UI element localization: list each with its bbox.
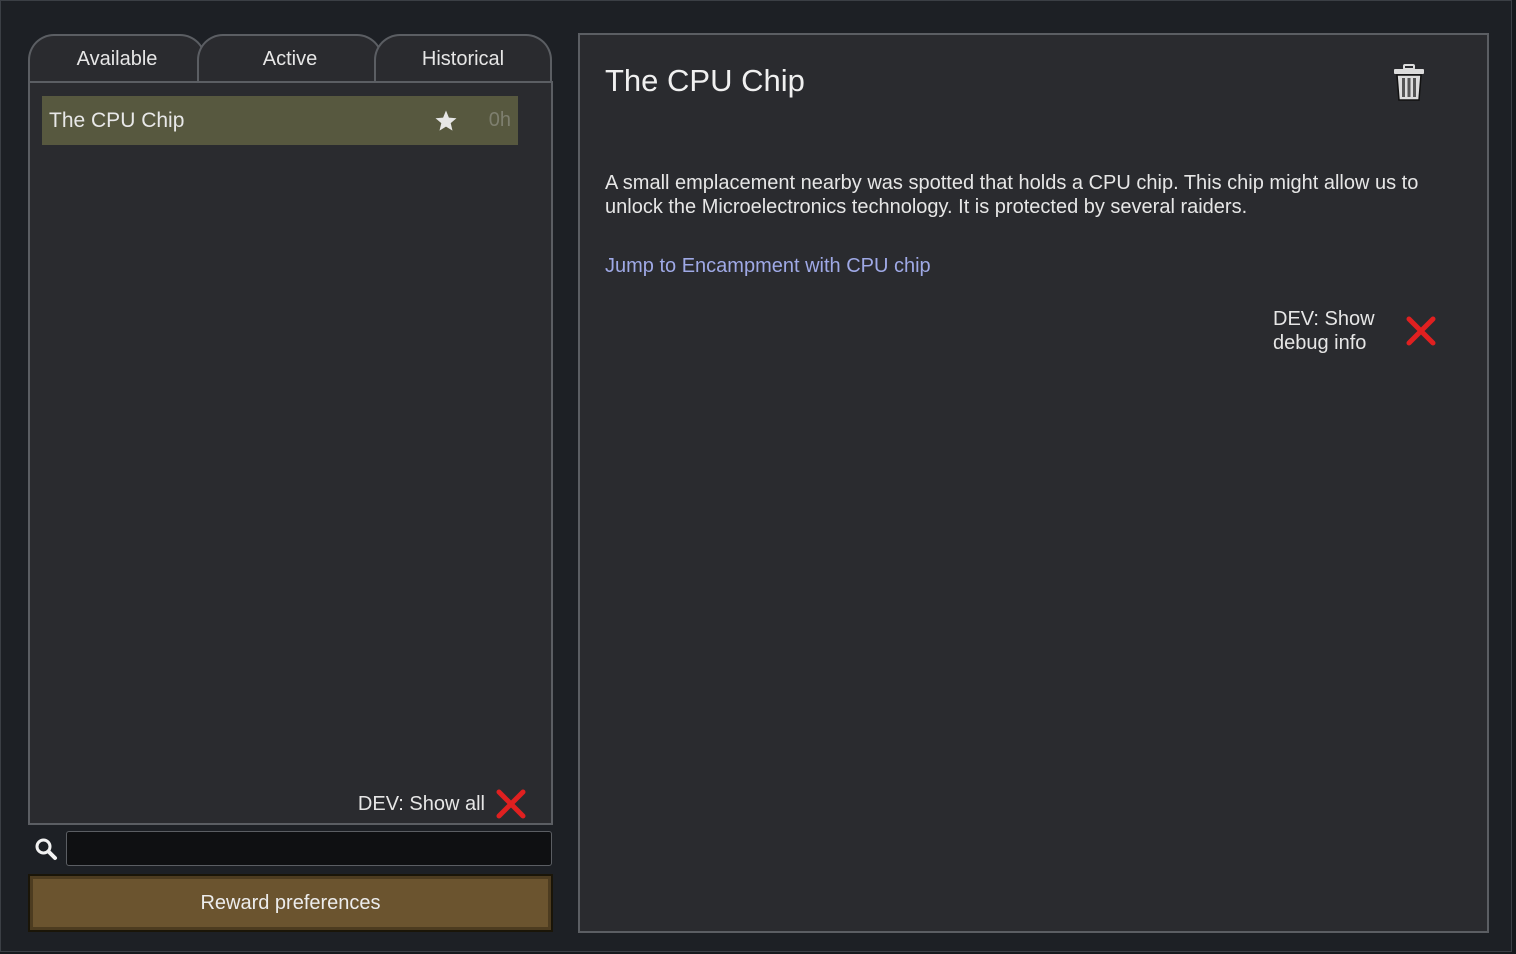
tab-active-label: Active <box>262 47 318 70</box>
quest-detail-title: The CPU Chip <box>605 63 805 98</box>
red-x-icon[interactable] <box>1405 315 1437 347</box>
search-icon <box>35 838 57 860</box>
reward-preferences-button[interactable]: Reward preferences <box>28 874 553 932</box>
quest-detail-panel: The CPU Chip A small emplacement nearby … <box>578 33 1489 933</box>
dev-show-all-toggle[interactable]: DEV: Show all <box>358 787 527 821</box>
tab-available[interactable]: Available <box>28 34 206 82</box>
quest-search <box>28 831 553 867</box>
tab-active[interactable]: Active <box>197 34 383 82</box>
quests-window: Available Active Historical The CPU Chip… <box>0 0 1512 952</box>
quest-description: A small emplacement nearby was spotted t… <box>605 172 1419 218</box>
dev-show-debug-label: DEV: Show debug info <box>1273 308 1375 353</box>
tab-available-label: Available <box>76 47 158 70</box>
tab-historical-label: Historical <box>421 47 505 70</box>
trash-icon[interactable] <box>1393 64 1425 102</box>
quest-list-panel: The CPU Chip 0h DEV: Show all <box>28 81 553 825</box>
dev-show-all-label: DEV: Show all <box>357 792 485 815</box>
red-x-icon[interactable] <box>495 788 527 820</box>
quest-time-remaining: 0h <box>488 109 511 131</box>
reward-preferences-label: Reward preferences <box>200 891 381 914</box>
quest-list-item[interactable]: The CPU Chip 0h <box>42 96 518 145</box>
quest-name: The CPU Chip <box>49 108 185 132</box>
search-input[interactable] <box>66 831 552 866</box>
jump-to-encampment-link[interactable]: Jump to Encampment with CPU chip <box>605 255 931 278</box>
tab-historical[interactable]: Historical <box>374 34 552 82</box>
star-icon <box>435 110 457 131</box>
